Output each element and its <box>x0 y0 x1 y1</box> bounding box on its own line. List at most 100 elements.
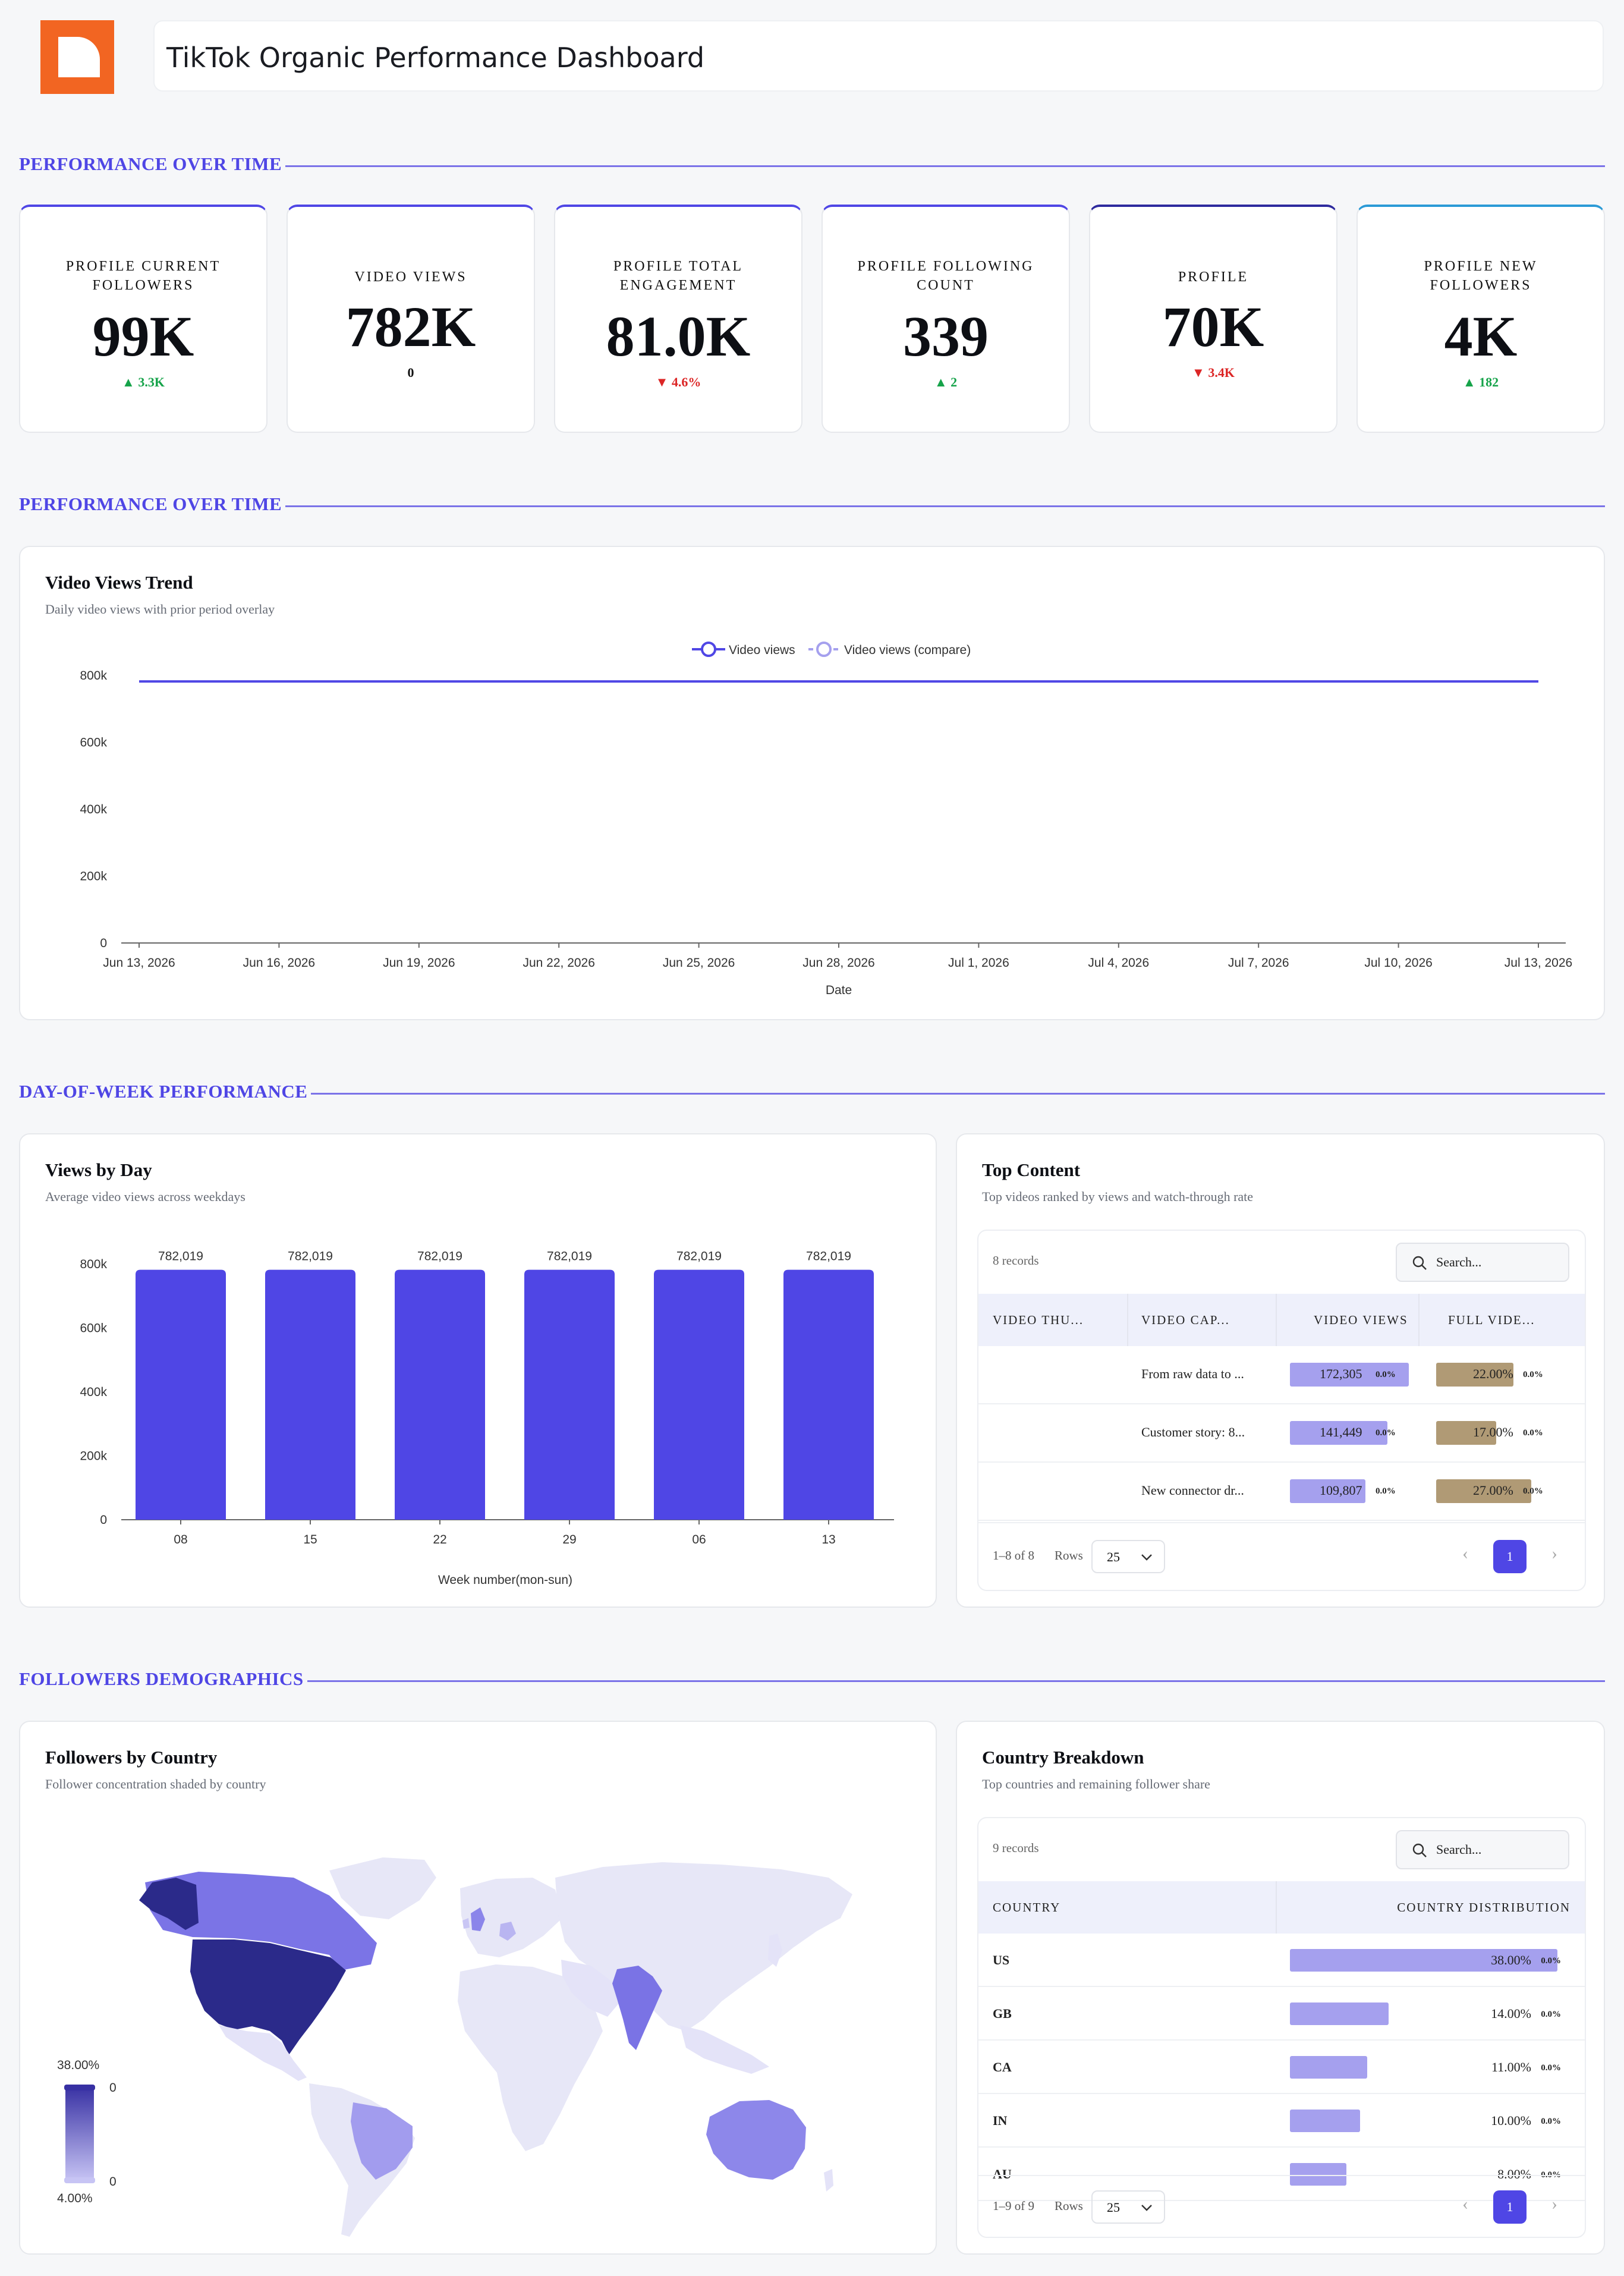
country-code: US <box>993 1953 1010 1967</box>
map-region-greenland <box>329 1857 436 1919</box>
distribution-bar <box>1290 2110 1361 2132</box>
legend-max-label: 38.00% <box>57 2058 100 2072</box>
country-title: Country Breakdown <box>982 1747 1144 1768</box>
kpi-delta: 0 <box>288 365 534 381</box>
x-tick-label: Jun 28, 2026 <box>802 956 874 970</box>
bar[interactable] <box>783 1269 874 1520</box>
kpi-label: PROFILE NEW FOLLOWERS <box>1424 259 1538 293</box>
rows-per-page-select[interactable]: 25 <box>1091 1540 1165 1573</box>
x-tick-label: Jul 13, 2026 <box>1505 956 1572 970</box>
legend-label-compare: Video views (compare) <box>844 643 971 657</box>
distribution-bar <box>1290 2056 1368 2079</box>
table-row[interactable]: US 38.00% 0.0% <box>978 1934 1585 1987</box>
next-page-button[interactable]: › <box>1551 1543 1557 1564</box>
video-caption: New connector dr... <box>1141 1483 1244 1498</box>
bar[interactable] <box>524 1269 615 1520</box>
column-header-caption[interactable]: VIDEO CAP... <box>1141 1294 1230 1346</box>
column-header-distribution[interactable]: COUNTRY DISTRIBUTION <box>1397 1881 1571 1934</box>
table-row[interactable]: Customer story: 8... 141,449 0.0% 17.00% 0.0… <box>978 1404 1585 1463</box>
next-page-button[interactable]: › <box>1551 2194 1557 2214</box>
search-input[interactable]: Search... <box>1396 1243 1569 1282</box>
x-tick-label: Jun 25, 2026 <box>663 956 735 970</box>
distribution-delta: 0.0% <box>1541 2063 1561 2073</box>
kpi-value: 782K <box>345 295 476 359</box>
bar[interactable] <box>654 1269 744 1520</box>
column-header-country[interactable]: COUNTRY <box>993 1881 1060 1934</box>
search-input[interactable]: Search... <box>1396 1830 1569 1869</box>
pagination-range: 1–9 of 9 <box>993 2199 1034 2213</box>
followers-by-country-card: Followers by Country Follower concentrat… <box>19 1721 937 2255</box>
kpi-value: 81.0K <box>606 304 751 368</box>
distribution-value: 38.00% <box>1491 1953 1531 1967</box>
arrow-up-icon: ▲ <box>122 375 139 389</box>
table-row[interactable]: New connector dr... 109,807 0.0% 27.00% 0.0% <box>978 1463 1585 1521</box>
kpi-delta: ▲ 3.3K <box>20 375 266 390</box>
rows-label: Rows <box>1055 2199 1083 2213</box>
arrow-up-icon: ▲ <box>1462 375 1480 389</box>
prev-page-button[interactable]: ‹ <box>1462 1543 1468 1564</box>
bar-data-label: 782,019 <box>417 1250 462 1263</box>
kpi-value: 70K <box>1162 295 1264 359</box>
pagination-range: 1–8 of 8 <box>993 1548 1034 1563</box>
bar[interactable] <box>395 1269 485 1520</box>
kpi-delta: ▲ 2 <box>823 375 1069 390</box>
kpi-value: 4K <box>1444 304 1518 368</box>
x-tick-label: Jul 4, 2026 <box>1088 956 1149 970</box>
top-content-title: Top Content <box>982 1159 1081 1180</box>
x-tick-label: Jul 1, 2026 <box>948 956 1009 970</box>
table-row[interactable]: CA 11.00% 0.0% <box>978 2041 1585 2094</box>
rows-per-page-select[interactable]: 25 <box>1091 2190 1165 2224</box>
full-video-delta: 0.0% <box>1523 1428 1543 1438</box>
kpi-delta-value: 3.4K <box>1208 365 1235 380</box>
distribution-value: 8.00% <box>1497 2167 1531 2181</box>
x-tick-label: Jun 13, 2026 <box>103 956 175 970</box>
column-header-views[interactable]: VIDEO VIEWS <box>1314 1294 1408 1346</box>
search-icon <box>1412 1843 1427 1857</box>
bar[interactable] <box>265 1269 355 1520</box>
distribution-value: 10.00% <box>1491 2113 1531 2128</box>
country-code: AU <box>993 2167 1012 2181</box>
top-content-table: 8 records Search... VIDEO THU... VIDEO C… <box>977 1230 1586 1591</box>
distribution-delta: 0.0% <box>1541 2010 1561 2019</box>
page-1-button[interactable]: 1 <box>1493 2190 1527 2224</box>
dashboard-title-bar: TikTok Organic Performance Dashboard <box>153 20 1604 92</box>
bar-data-label: 782,019 <box>806 1250 851 1263</box>
x-tick-label: Jun 19, 2026 <box>383 956 455 970</box>
kpi-value: 339 <box>903 304 989 368</box>
x-tick-label: 22 <box>433 1533 446 1546</box>
bar-data-label: 782,019 <box>676 1250 722 1263</box>
chevron-down-icon <box>1141 1554 1152 1561</box>
column-header-thumbnail[interactable]: VIDEO THU... <box>993 1294 1084 1346</box>
views-delta: 0.0% <box>1376 1428 1396 1438</box>
x-tick-label: Jun 16, 2026 <box>243 956 315 970</box>
prev-page-button[interactable]: ‹ <box>1462 2194 1468 2214</box>
trend-chart: Video views Video views (compare) 0 200k 400… <box>80 642 1572 997</box>
full-video-value: 27.00% <box>1473 1483 1513 1498</box>
legend-tick-bottom: 0 <box>109 2175 117 2189</box>
page-1-button[interactable]: 1 <box>1493 1540 1527 1573</box>
table-row[interactable]: IN 10.00% 0.0% <box>978 2094 1585 2148</box>
bar[interactable] <box>136 1269 226 1520</box>
y-tick-label: 600k <box>80 736 107 750</box>
country-subtitle: Top countries and remaining follower sha… <box>982 1777 1210 1791</box>
x-tick-label: 29 <box>562 1533 576 1546</box>
distribution-bar <box>1290 2002 1389 2025</box>
kpi-label: PROFILE <box>1178 269 1249 285</box>
distribution-bar <box>1290 2163 1346 2186</box>
section-header-performance-trend: PERFORMANCE OVER TIME <box>19 493 1605 517</box>
table-row[interactable]: GB 14.00% 0.0% <box>978 1987 1585 2041</box>
y-tick-label: 0 <box>100 936 107 950</box>
views-by-day-chart: 0 200k 400k 600k 800k 782,019 08 782,019 15 782,0… <box>80 1250 894 1587</box>
arrow-down-icon: ▼ <box>655 375 672 389</box>
full-video-value: 22.00% <box>1473 1366 1513 1381</box>
table-row[interactable]: From raw data to ... 172,305 0.0% 22.00% 0.0… <box>978 1346 1585 1404</box>
x-tick-label: 06 <box>692 1533 706 1546</box>
views-delta: 0.0% <box>1376 1486 1396 1496</box>
views-value: 141,449 <box>1320 1425 1362 1439</box>
kpi-value: 99K <box>92 304 194 368</box>
y-tick-label: 800k <box>80 1258 107 1271</box>
section-header-followers-demographics: FOLLOWERS DEMOGRAPHICS <box>19 1668 1605 1692</box>
kpi-delta-value: 4.6% <box>671 375 701 389</box>
full-video-delta: 0.0% <box>1523 1370 1543 1379</box>
column-header-full-video[interactable]: FULL VIDE... <box>1448 1294 1535 1346</box>
